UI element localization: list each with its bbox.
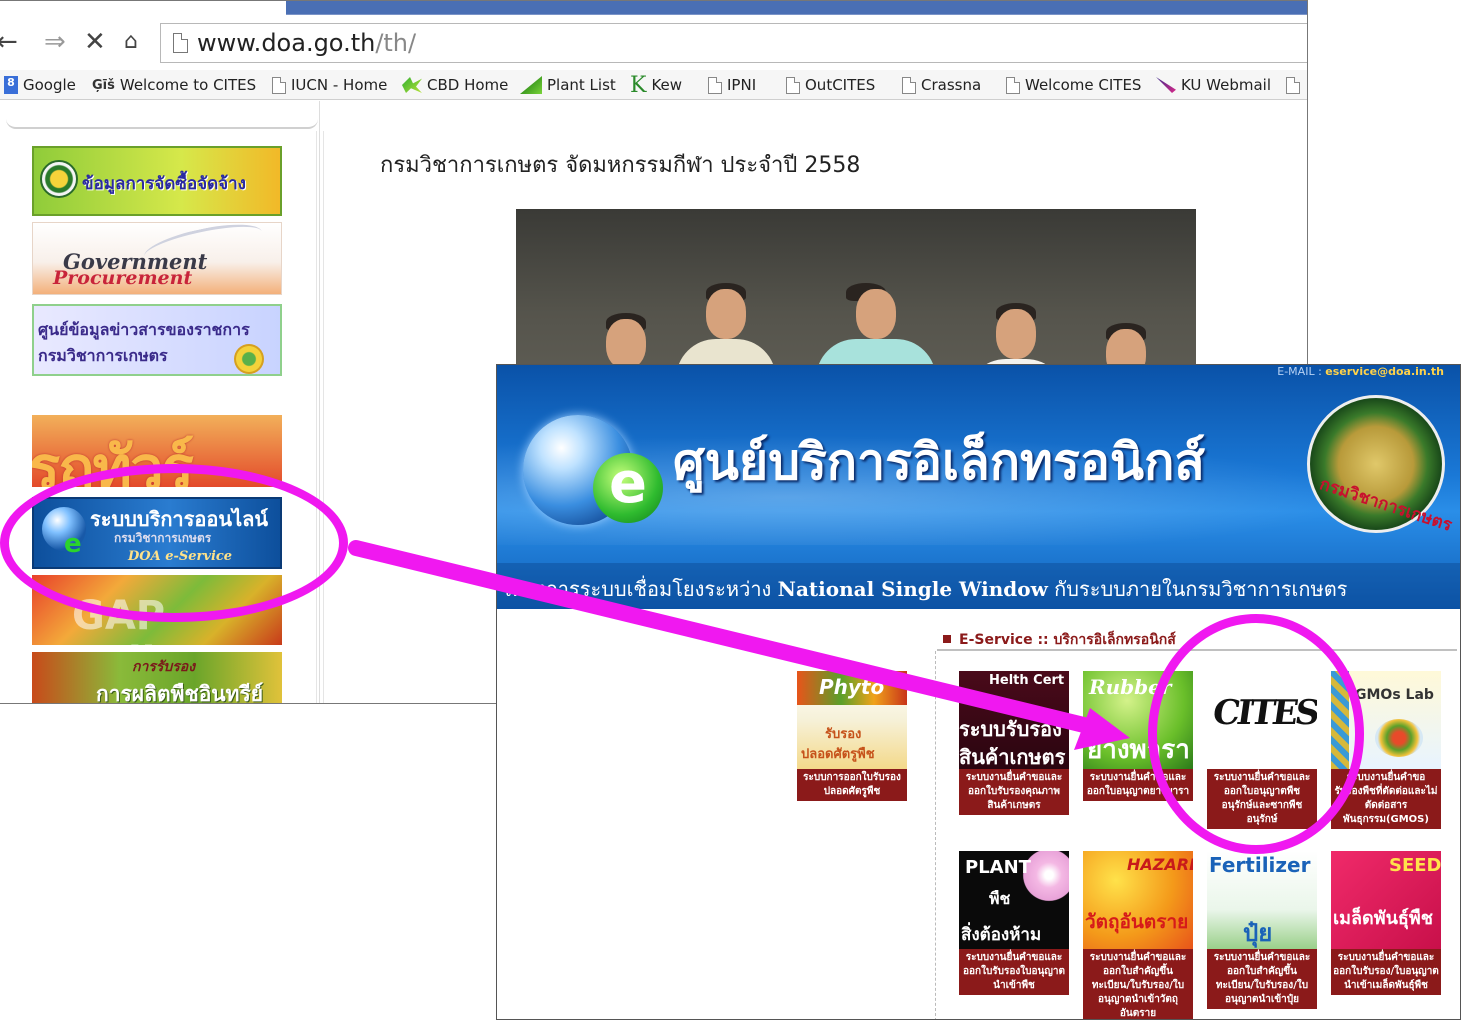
banner-label: การรับรอง bbox=[132, 659, 196, 675]
page-icon bbox=[173, 33, 188, 53]
page-icon bbox=[786, 76, 800, 94]
banner-organic-certification[interactable]: การรับรอง การผลิตพืชอินทรีย์ bbox=[32, 652, 282, 704]
tile-image: Helth Cert ระบบรับรอง สินค้าเกษตร bbox=[959, 671, 1069, 769]
bookmark-label: IUCN - Home bbox=[291, 76, 388, 94]
section-title: E-Service :: บริการอิเล็กทรอนิกส์ bbox=[959, 632, 1176, 648]
bookmark-ku-webmail[interactable]: KU Webmail bbox=[1156, 75, 1271, 95]
tile-caption: ระบบการออกใบรับรองปลอดศัตรูพืช bbox=[797, 769, 907, 801]
bookmark-label: KU Webmail bbox=[1181, 76, 1272, 94]
tile-health-cert[interactable]: Helth Cert ระบบรับรอง สินค้าเกษตร ระบบงา… bbox=[959, 671, 1069, 815]
tile-caption: ระบบงานยื่นคำขอและออกใบรับรองคุณภาพสินค้… bbox=[959, 769, 1069, 815]
address-bar[interactable]: www.doa.go.th/th/ bbox=[160, 23, 1307, 63]
sidebar-divider bbox=[316, 131, 324, 703]
bookmark-label: IPNI bbox=[727, 76, 757, 94]
banner-label: ศูนย์ข้อมูลข่าวสารของราชการ bbox=[38, 320, 250, 339]
cbd-leaf-icon bbox=[402, 77, 422, 93]
banner-label: การผลิตพืชอินทรีย์ bbox=[96, 682, 264, 704]
screenshot-stage: ← ⇒ ✕ ⌂ www.doa.go.th/th/ 8 Google Ģīš W… bbox=[0, 0, 1469, 1020]
bookmark-cbd-home[interactable]: CBD Home bbox=[402, 75, 508, 95]
bookmark-label: Crassna bbox=[921, 76, 982, 94]
header-subtitle: โครงการระบบเชื่อมโยงระหว่าง National Sin… bbox=[497, 563, 1460, 609]
bookmarks-bar: 8 Google Ģīš Welcome to CITES IUCN - Hom… bbox=[0, 70, 1307, 100]
doa-seal-icon bbox=[40, 160, 78, 198]
page-icon bbox=[272, 76, 286, 94]
tile-caption: ระบบงานยื่นคำขอและออกใบรับรองใบอนุญาตนำเ… bbox=[959, 949, 1069, 995]
tile-caption: ระบบงานยื่นคำขอและออกใบสำคัญขึ้นทะเบียน/… bbox=[1207, 949, 1317, 1009]
kew-icon: K bbox=[630, 72, 647, 98]
cites-icon: Ģīš bbox=[92, 77, 115, 93]
forward-icon[interactable]: ⇒ bbox=[44, 27, 66, 57]
bullet-icon bbox=[943, 635, 951, 643]
tile-image: HAZARD วัตถุอันตราย bbox=[1083, 851, 1193, 949]
back-icon[interactable]: ← bbox=[0, 27, 18, 57]
url-text[interactable]: www.doa.go.th/th/ bbox=[197, 29, 416, 57]
plantlist-icon bbox=[520, 76, 542, 94]
bookmark-overflow[interactable] bbox=[1286, 75, 1300, 95]
tile-fertilizer[interactable]: Fertilizer ปุ๋ย ระบบงานยื่นคำขอและออกใบส… bbox=[1207, 851, 1317, 1009]
tile-hazardous-substances[interactable]: HAZARD วัตถุอันตราย ระบบงานยื่นคำขอและออ… bbox=[1083, 851, 1193, 1019]
tile-plant-prohibited[interactable]: PLANT พืช สิ่งต้องห้าม ระบบงานยื่นคำขอแล… bbox=[959, 851, 1069, 995]
tile-phyto-cert[interactable]: Phyto รับรอง ปลอดศัตรูพืช ระบบการออกใบรั… bbox=[797, 671, 907, 801]
bookmark-label: Kew bbox=[651, 76, 683, 94]
bookmark-plant-list[interactable]: Plant List bbox=[520, 75, 616, 95]
bookmark-iucn-home[interactable]: IUCN - Home bbox=[272, 75, 387, 95]
tile-caption: ระบบงานยื่นคำขอและออกใบสำคัญขึ้นทะเบียน/… bbox=[1083, 949, 1193, 1019]
banner-label: กรมวิชาการเกษตร bbox=[38, 346, 168, 365]
bookmark-label: OutCITES bbox=[805, 76, 876, 94]
page-icon bbox=[1286, 76, 1300, 94]
page-icon bbox=[1006, 76, 1020, 94]
column-divider bbox=[935, 651, 937, 1019]
tile-image: SEED เมล็ดพันธุ์พืช bbox=[1331, 851, 1441, 949]
stop-icon[interactable]: ✕ bbox=[84, 27, 106, 57]
banner-government-procurement[interactable]: Government Procurement bbox=[32, 222, 282, 295]
email-link[interactable]: eservice@doa.in.th bbox=[1325, 365, 1444, 378]
banner-procurement-info[interactable]: ข้อมูลการจัดซื้อจัดจ้าง bbox=[32, 146, 282, 216]
tile-image: PLANT พืช สิ่งต้องห้าม bbox=[959, 851, 1069, 949]
highlight-ring-cites-tile bbox=[1148, 614, 1364, 854]
header-title: ศูนย์บริการอิเล็กทรอนิกส์ bbox=[673, 433, 1205, 491]
bookmark-welcome-cites[interactable]: Welcome CITES bbox=[1006, 75, 1141, 95]
browser-toolbar: ← ⇒ ✕ ⌂ www.doa.go.th/th/ bbox=[0, 19, 1307, 69]
seal-icon bbox=[234, 344, 264, 374]
bookmark-label: CBD Home bbox=[427, 76, 509, 94]
ku-icon bbox=[1156, 77, 1176, 93]
highlight-ring-eservice-banner bbox=[0, 464, 348, 622]
page-icon bbox=[902, 76, 916, 94]
banner-official-info-center[interactable]: ศูนย์ข้อมูลข่าวสารของราชการ กรมวิชาการเก… bbox=[32, 304, 282, 376]
bookmark-welcome-to-cites[interactable]: Ģīš Welcome to CITES bbox=[92, 75, 256, 95]
page-icon bbox=[708, 76, 722, 94]
eservice-header: E-MAIL : eservice@doa.in.th e ศูนย์บริกา… bbox=[497, 365, 1460, 609]
bookmark-outcites[interactable]: OutCITES bbox=[786, 75, 875, 95]
bookmark-google[interactable]: 8 Google bbox=[4, 75, 76, 95]
bookmark-label: Welcome CITES bbox=[1025, 76, 1142, 94]
tile-image: Fertilizer ปุ๋ย bbox=[1207, 851, 1317, 949]
google-icon: 8 bbox=[4, 76, 18, 94]
bookmark-label: Google bbox=[23, 76, 76, 94]
bookmark-crassna[interactable]: Crassna bbox=[902, 75, 981, 95]
bookmark-kew[interactable]: K Kew bbox=[630, 72, 683, 98]
window-title-strip bbox=[286, 1, 1307, 15]
tile-caption: ระบบงานยื่นคำขอและออกใบรับรอง/ใบอนุญาตนำ… bbox=[1331, 949, 1441, 995]
home-icon[interactable]: ⌂ bbox=[124, 27, 138, 57]
bookmark-label: Plant List bbox=[547, 76, 616, 94]
email-label: E-MAIL : eservice@doa.in.th bbox=[1277, 365, 1444, 378]
banner-label: ข้อมูลการจัดซื้อจัดจ้าง bbox=[82, 174, 246, 194]
tile-image: Phyto รับรอง ปลอดศัตรูพืช bbox=[797, 671, 907, 769]
bookmark-ipni[interactable]: IPNI bbox=[708, 75, 756, 95]
tile-seed[interactable]: SEED เมล็ดพันธุ์พืช ระบบงานยื่นคำขอและออ… bbox=[1331, 851, 1441, 995]
e-logo-icon: e bbox=[593, 453, 663, 523]
banner-label: Procurement bbox=[53, 267, 193, 289]
sidebar-shelf bbox=[6, 115, 318, 129]
bookmark-label: Welcome to CITES bbox=[119, 76, 257, 94]
news-headline[interactable]: กรมวิชาการเกษตร จัดมหกรรมกีฬา ประจำปี 25… bbox=[380, 147, 860, 182]
